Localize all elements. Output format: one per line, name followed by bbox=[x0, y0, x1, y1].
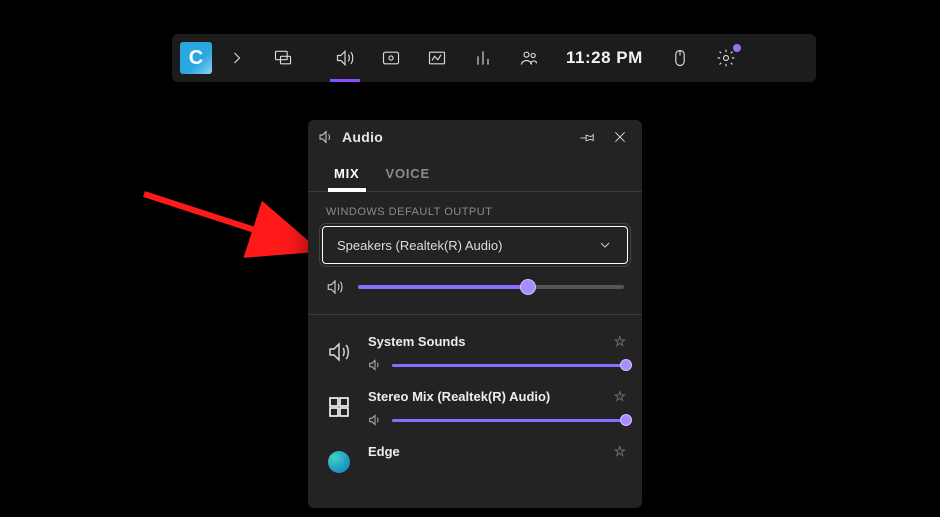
app-mixer-list: System Sounds ☆ Stereo Mix (Realtek(R bbox=[308, 315, 642, 477]
master-volume-row bbox=[308, 264, 642, 315]
volume-icon bbox=[326, 278, 344, 296]
app-row: Stereo Mix (Realtek(R) Audio) ☆ bbox=[308, 380, 642, 435]
output-section-label: WINDOWS DEFAULT OUTPUT bbox=[308, 192, 642, 226]
settings-toolbar-button[interactable] bbox=[703, 34, 749, 82]
mouse-icon[interactable] bbox=[657, 34, 703, 82]
volume-icon bbox=[368, 413, 382, 427]
app-volume-slider[interactable] bbox=[392, 419, 626, 422]
xbox-social-toolbar-button[interactable] bbox=[506, 34, 552, 82]
tab-mix[interactable]: MIX bbox=[330, 160, 364, 191]
chevron-right-icon[interactable] bbox=[214, 34, 260, 82]
volume-icon bbox=[368, 358, 382, 372]
tab-voice[interactable]: VOICE bbox=[382, 160, 434, 191]
xbox-gamebar: C 11:28 PM bbox=[172, 34, 816, 82]
speaker-icon bbox=[324, 337, 354, 367]
pin-button[interactable] bbox=[576, 125, 600, 149]
app-name-label: Edge bbox=[368, 444, 400, 459]
audio-panel: Audio MIX VOICE WINDOWS DEFAULT OUTPUT S… bbox=[308, 120, 642, 508]
favorite-button[interactable]: ☆ bbox=[613, 443, 626, 460]
volume-icon bbox=[318, 129, 334, 145]
performance-toolbar-button[interactable] bbox=[414, 34, 460, 82]
app-name-label: Stereo Mix (Realtek(R) Audio) bbox=[368, 389, 550, 404]
master-volume-slider[interactable] bbox=[358, 285, 624, 289]
panel-title: Audio bbox=[342, 129, 568, 145]
favorite-button[interactable]: ☆ bbox=[613, 388, 626, 405]
output-device-value: Speakers (Realtek(R) Audio) bbox=[337, 238, 502, 253]
tabs: MIX VOICE bbox=[308, 154, 642, 192]
edge-icon bbox=[324, 447, 354, 477]
app-name-label: System Sounds bbox=[368, 334, 466, 349]
chevron-down-icon bbox=[597, 237, 613, 253]
close-button[interactable] bbox=[608, 125, 632, 149]
capture-toolbar-button[interactable] bbox=[368, 34, 414, 82]
clock: 11:28 PM bbox=[552, 48, 657, 68]
app-row: System Sounds ☆ bbox=[308, 325, 642, 380]
resources-toolbar-button[interactable] bbox=[460, 34, 506, 82]
output-device-select[interactable]: Speakers (Realtek(R) Audio) bbox=[322, 226, 628, 264]
app-row: Edge ☆ bbox=[308, 435, 642, 477]
favorite-button[interactable]: ☆ bbox=[613, 333, 626, 350]
app-volume-slider[interactable] bbox=[392, 364, 626, 367]
audio-toolbar-button[interactable] bbox=[322, 34, 368, 82]
widgets-icon[interactable] bbox=[260, 34, 306, 82]
active-app-icon[interactable]: C bbox=[180, 42, 212, 74]
panel-header: Audio bbox=[308, 120, 642, 154]
windows-icon bbox=[324, 392, 354, 422]
annotation-arrow bbox=[134, 184, 334, 274]
